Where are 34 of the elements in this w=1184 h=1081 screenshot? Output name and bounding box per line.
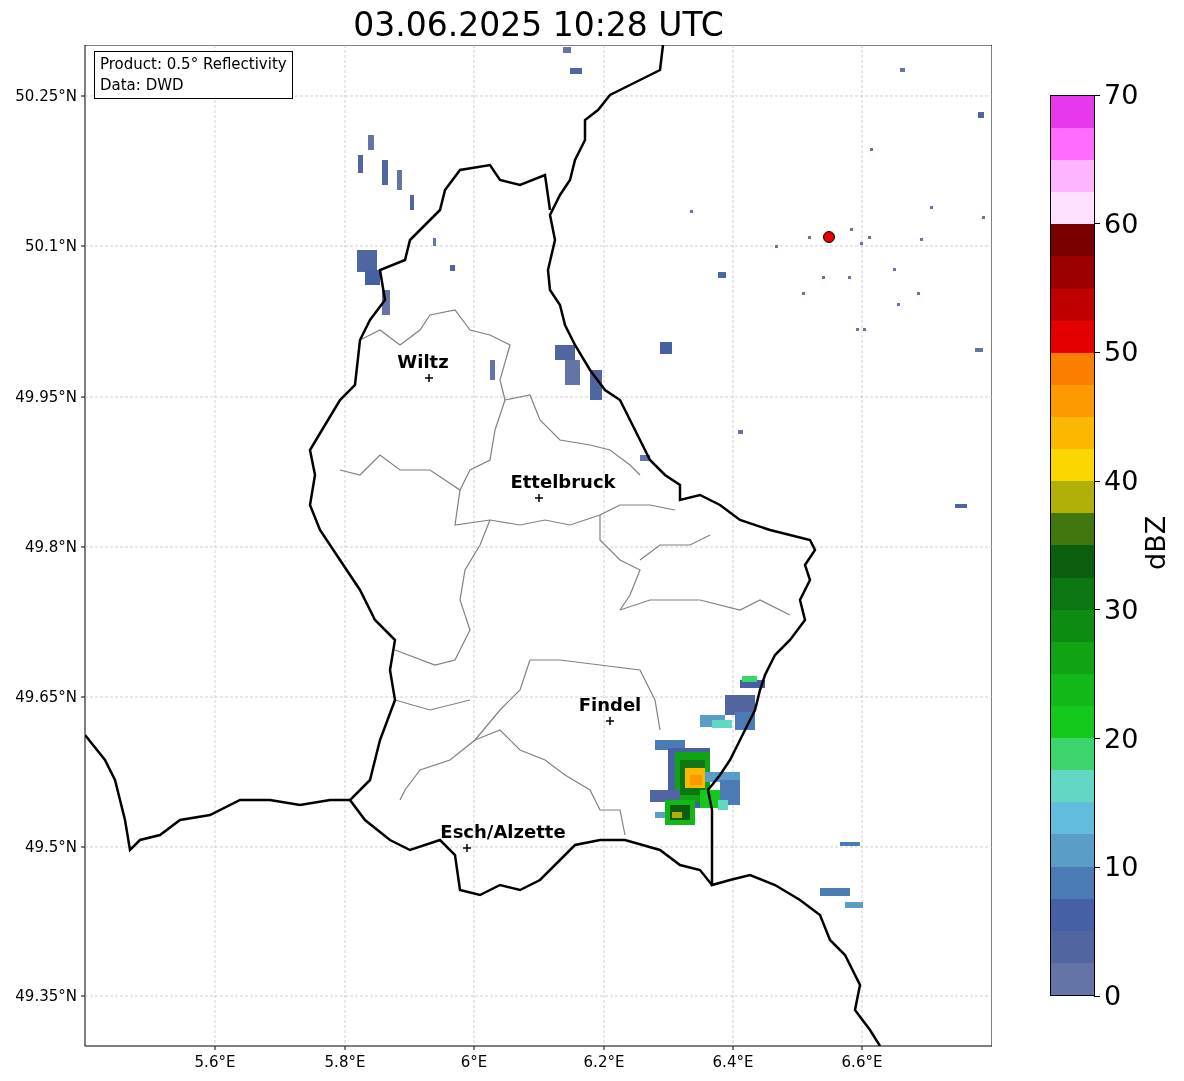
scale-tick-label: 60 — [1104, 208, 1139, 239]
scale-tick-label: 50 — [1104, 337, 1139, 368]
axis-tick-label: 49.35°N — [15, 987, 77, 1005]
info-text: Data: DWD — [100, 75, 185, 96]
scale-tick-label: 0 — [1104, 981, 1122, 1011]
scale-label: dBZ — [1140, 515, 1171, 570]
axis-tick-label: 5.8°E — [324, 1053, 366, 1071]
axis-tick-label: 5.6°E — [194, 1053, 236, 1071]
scale-tick-label: 40 — [1104, 466, 1139, 497]
info-text: Product: 0.5° Reflectivity — [100, 54, 287, 75]
city-marker-icon — [424, 373, 434, 383]
scale-tick-label: 70 — [1104, 80, 1139, 110]
city-marker-icon — [462, 843, 472, 853]
axis-tick-label: 49.8°N — [24, 538, 77, 556]
city-label: Ettelbruck — [510, 471, 616, 492]
scale-tick-label: 30 — [1104, 594, 1139, 625]
city-label: Wiltz — [397, 351, 449, 372]
city-label: Findel — [578, 694, 642, 715]
axis-tick-label: 49.5°N — [24, 838, 77, 856]
axis-tick-label: 6°E — [460, 1053, 488, 1071]
scale-tick-label: 10 — [1104, 852, 1139, 883]
chart-title: 03.06.2025 10:28 UTC — [352, 4, 725, 45]
city-label: Esch/Alzette — [440, 821, 566, 842]
city-marker-icon — [605, 716, 615, 726]
axis-tick-label: 6.6°E — [841, 1053, 883, 1071]
axis-tick-label: 6.4°E — [712, 1053, 754, 1071]
scale-tick-label: 20 — [1104, 723, 1139, 754]
axis-tick-label: 49.65°N — [15, 688, 77, 706]
axis-tick-label: 50.25°N — [15, 87, 77, 105]
axis-tick-label: 6.2°E — [583, 1053, 625, 1071]
city-marker-icon — [534, 493, 544, 503]
axis-tick-label: 50.1°N — [24, 237, 77, 255]
axis-tick-label: 49.95°N — [15, 388, 77, 406]
location-marker — [823, 231, 835, 243]
